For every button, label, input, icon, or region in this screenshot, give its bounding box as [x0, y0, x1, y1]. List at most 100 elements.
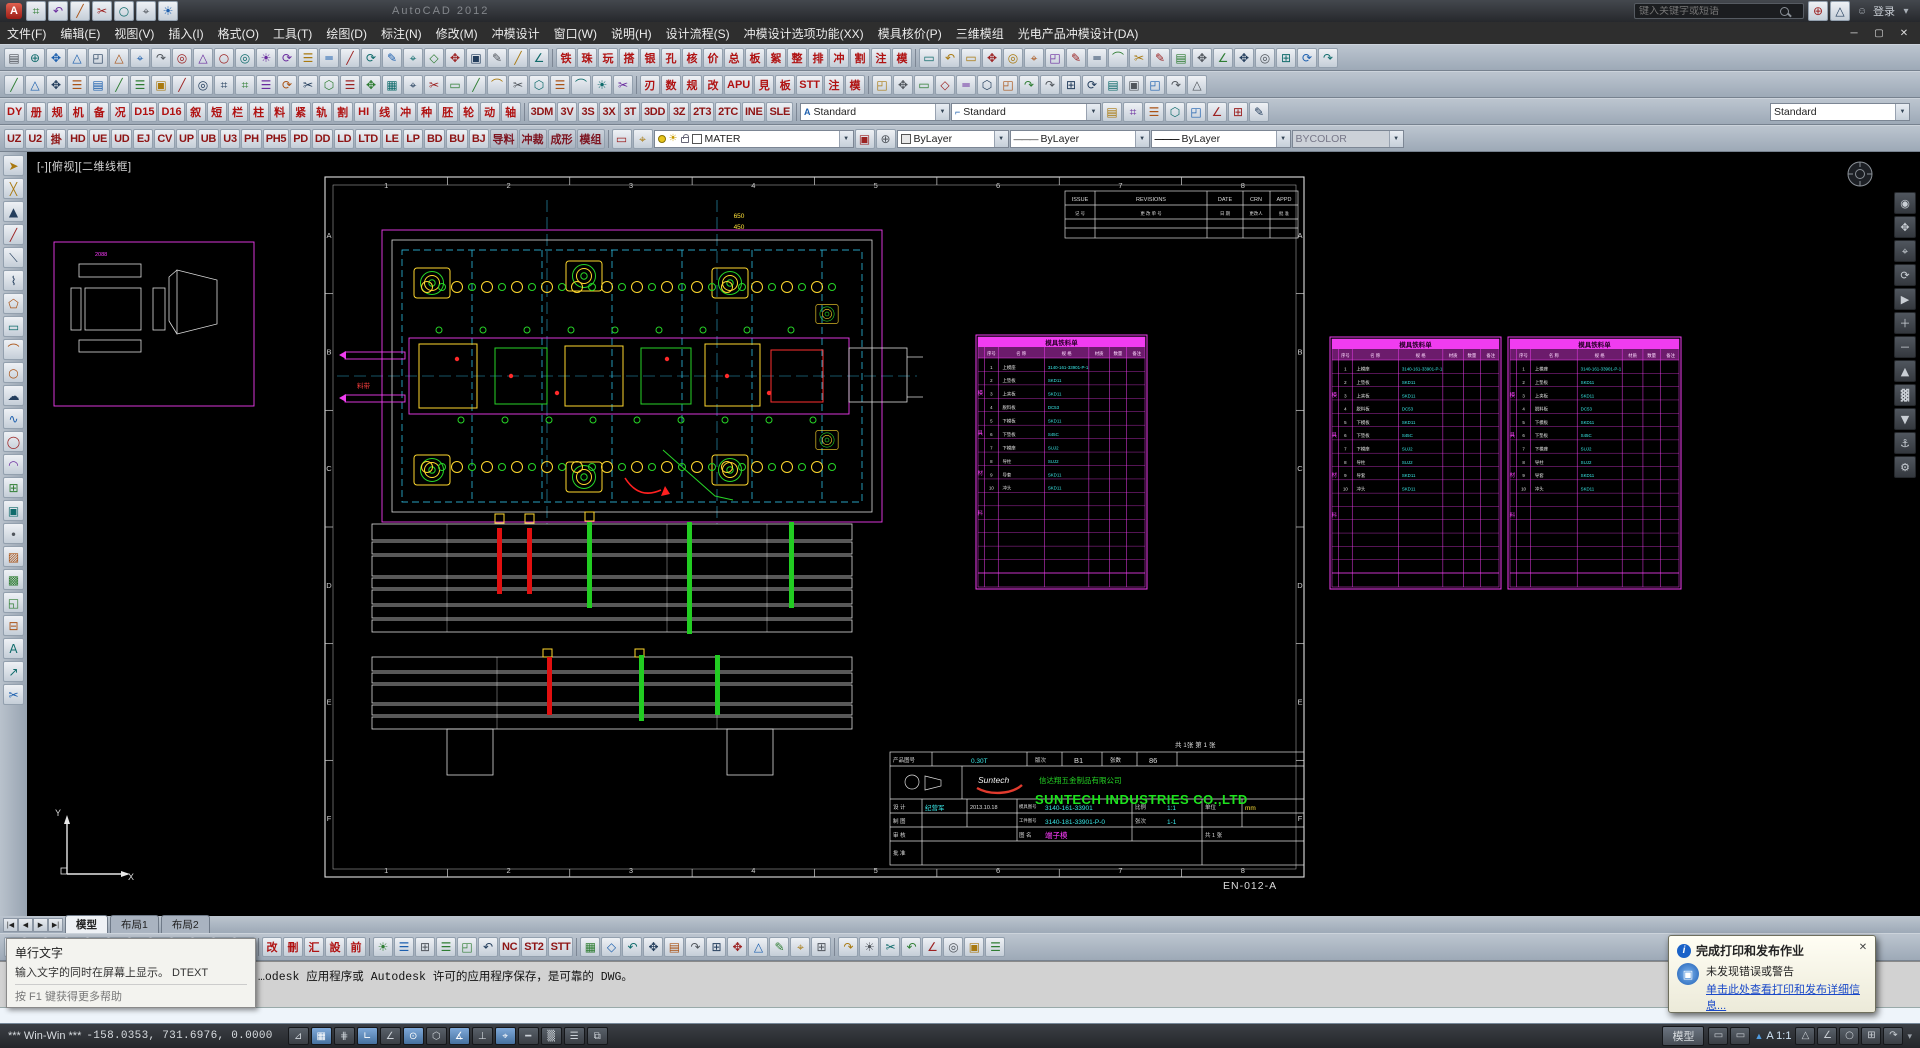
arc-icon[interactable]: ⌒	[3, 339, 24, 360]
tool-button[interactable]: 叙	[186, 102, 206, 122]
point-style-icon[interactable]: ▦	[382, 75, 402, 95]
tool-button[interactable]: 珠	[577, 48, 597, 68]
tool-button[interactable]: 割	[850, 48, 870, 68]
ucs-object-icon[interactable]: ✥	[643, 937, 663, 957]
tool-button[interactable]: 线	[375, 102, 395, 122]
tool-button[interactable]: 总	[724, 48, 744, 68]
copy-to-layer-icon[interactable]: ═	[1087, 48, 1107, 68]
recover-icon[interactable]: ⌒	[487, 75, 507, 95]
layer-walk-icon[interactable]: ◰	[1045, 48, 1065, 68]
tool-button[interactable]: 3X	[599, 102, 619, 122]
properties-palette-icon[interactable]: ⌖	[403, 48, 423, 68]
tool-button[interactable]: HD	[67, 129, 88, 149]
ucs-world-icon[interactable]: ◇	[601, 937, 621, 957]
clean-screen-icon[interactable]: ↷	[1883, 1027, 1903, 1045]
make-group-icon[interactable]: ✂	[508, 75, 528, 95]
polar-tracking-toggle[interactable]: ∠	[380, 1027, 401, 1045]
view-top-icon[interactable]: ✎	[769, 937, 789, 957]
coordinates-display[interactable]: -158.0353, 731.6976, 0.0000	[86, 1030, 272, 1042]
tab-last-button[interactable]: ▶|	[48, 918, 63, 932]
tool-button[interactable]: 轨	[312, 102, 332, 122]
layer-current-icon[interactable]: ⌖	[1024, 48, 1044, 68]
redo-icon[interactable]: ☰	[298, 48, 318, 68]
layer-freeze-icon[interactable]: ✥	[982, 48, 1002, 68]
app-icon[interactable]: A	[6, 3, 22, 19]
ucs-3point-icon[interactable]: ✥	[727, 937, 747, 957]
menu-item[interactable]: 工具(T)	[266, 25, 319, 42]
ucs-zaxis-icon[interactable]: ⊞	[706, 937, 726, 957]
draworder-back-icon[interactable]: ⌒	[571, 75, 591, 95]
tool-button[interactable]: DD	[312, 129, 333, 149]
tool-button[interactable]: UZ	[4, 129, 24, 149]
tool-button[interactable]: 胚	[438, 102, 458, 122]
create-block-icon[interactable]: ▣	[3, 500, 24, 521]
menu-item[interactable]: 文件(F)	[0, 25, 53, 42]
region-icon[interactable]: ◱	[3, 592, 24, 613]
tool-button[interactable]: ST2	[521, 937, 546, 957]
tool-button[interactable]: 紧	[291, 102, 311, 122]
tool-button[interactable]: 注	[824, 75, 844, 95]
dim-update-icon[interactable]: ⟳	[1297, 48, 1317, 68]
tool-button[interactable]: 规	[682, 75, 702, 95]
dim-style-manager-icon[interactable]: ⌗	[1123, 102, 1143, 122]
units-setup-icon[interactable]: ⌖	[403, 75, 423, 95]
match-properties-icon[interactable]: ◎	[235, 48, 255, 68]
menu-browser-icon[interactable]: ⌗	[26, 1, 46, 21]
design-center-icon[interactable]: ◇	[424, 48, 444, 68]
paste-clip-icon[interactable]: ○	[214, 48, 234, 68]
tool-button[interactable]: 板	[775, 75, 795, 95]
export-dwf-icon[interactable]: ↷	[151, 48, 171, 68]
tool-button[interactable]: 核	[682, 48, 702, 68]
communication-center-icon[interactable]: △	[1830, 1, 1850, 21]
gradient-icon[interactable]: ▩	[3, 569, 24, 590]
zoom-window-icon[interactable]: ⟳	[361, 48, 381, 68]
edit-group-icon[interactable]: ⬡	[529, 75, 549, 95]
ellipse-arc-icon[interactable]: ◠	[3, 454, 24, 475]
text-style-manager-icon[interactable]: ▤	[1102, 102, 1122, 122]
snap-mode-toggle[interactable]: ▦	[311, 1027, 332, 1045]
quick-view-drawings-icon[interactable]: ▭	[1730, 1027, 1750, 1045]
scroll-thumb-icon[interactable]: ▓	[1894, 384, 1916, 406]
close-button[interactable]	[1892, 24, 1916, 42]
tool-button[interactable]: 冲裁	[519, 129, 547, 149]
workspace-switching-icon[interactable]: ○	[1839, 1027, 1859, 1045]
tab-first-button[interactable]: |◀	[3, 918, 18, 932]
tool-button[interactable]: 价	[703, 48, 723, 68]
snap-insert-icon[interactable]: ☰	[436, 937, 456, 957]
object-snap-tracking-toggle[interactable]: ∡	[449, 1027, 470, 1045]
measure-area-icon[interactable]: ⌗	[235, 75, 255, 95]
layer-merge-icon[interactable]: ⌒	[1108, 48, 1128, 68]
tool-button[interactable]: 搭	[619, 48, 639, 68]
layer-manager-icon[interactable]: ▭	[612, 129, 632, 149]
tool-button[interactable]: 数	[661, 75, 681, 95]
tool-button[interactable]: CV	[154, 129, 175, 149]
help-icon[interactable]: ∠	[529, 48, 549, 68]
field-tool-icon[interactable]: ⊞	[1061, 75, 1081, 95]
single-text-icon[interactable]: △	[25, 75, 45, 95]
layer-off-icon[interactable]: ↶	[940, 48, 960, 68]
transparency-toggle[interactable]: ▒	[541, 1027, 562, 1045]
clip-xref-icon[interactable]: ⬡	[977, 75, 997, 95]
menu-item[interactable]: 绘图(D)	[319, 25, 374, 42]
layer-lock-icon[interactable]: ◎	[1003, 48, 1023, 68]
erase-icon[interactable]: ╳	[3, 178, 24, 199]
tool-button[interactable]: 轮	[459, 102, 479, 122]
tool-button[interactable]: 种	[417, 102, 437, 122]
canvas-svg[interactable]: 1122334455667788AABBCCDDEEFF ISSUE REVIS…	[27, 152, 1920, 916]
hide-object-icon[interactable]: ✂	[613, 75, 633, 95]
table-icon[interactable]: ⊟	[3, 615, 24, 636]
tab-prev-button[interactable]: ◀	[18, 918, 33, 932]
snap-nearest-icon[interactable]: ◰	[457, 937, 477, 957]
tool-button[interactable]: 設	[325, 937, 345, 957]
insert-field-icon[interactable]: ▣	[151, 75, 171, 95]
tool-button[interactable]: UE	[89, 129, 110, 149]
menu-item[interactable]: 修改(M)	[429, 25, 485, 42]
tool-button[interactable]: 玩	[598, 48, 618, 68]
tool-button[interactable]: 模组	[577, 129, 605, 149]
tool-button[interactable]: 注	[871, 48, 891, 68]
render-environment-icon[interactable]: ☰	[985, 937, 1005, 957]
rectangle-icon[interactable]: ▭	[3, 316, 24, 337]
lineweight-display-toggle[interactable]: ━	[518, 1027, 539, 1045]
multiline-text-tool-icon[interactable]: A	[3, 638, 24, 659]
tool-button[interactable]: BJ	[469, 129, 489, 149]
